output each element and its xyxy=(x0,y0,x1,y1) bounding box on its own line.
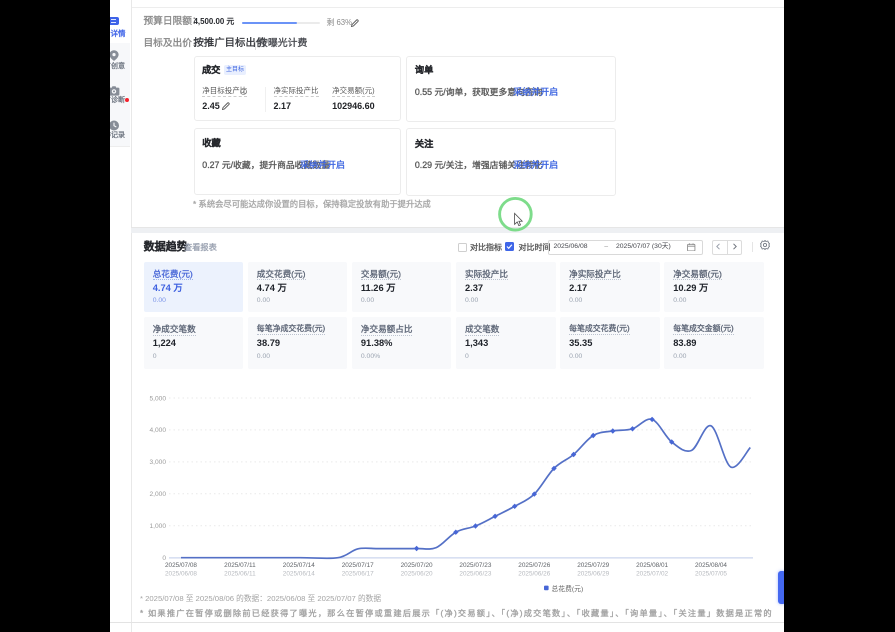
svg-text:2025/06/08: 2025/06/08 xyxy=(165,571,197,578)
svg-text:2025/07/08: 2025/07/08 xyxy=(165,562,197,569)
svg-text:2025/07/11: 2025/07/11 xyxy=(224,562,256,569)
svg-text:2025/06/11: 2025/06/11 xyxy=(224,571,256,578)
svg-text:2025/07/26: 2025/07/26 xyxy=(518,562,550,569)
svg-text:0: 0 xyxy=(162,555,166,562)
svg-text:2,000: 2,000 xyxy=(149,491,166,498)
svg-text:2025/06/20: 2025/06/20 xyxy=(401,571,433,578)
svg-text:2025/06/14: 2025/06/14 xyxy=(283,571,315,578)
svg-text:2025/06/29: 2025/06/29 xyxy=(577,571,609,578)
svg-text:2025/07/05: 2025/07/05 xyxy=(695,571,727,578)
svg-text:总花费(元): 总花费(元) xyxy=(552,584,584,593)
svg-text:2025/07/02: 2025/07/02 xyxy=(636,571,668,578)
svg-text:2025/08/01: 2025/08/01 xyxy=(636,562,668,569)
svg-text:2025/07/20: 2025/07/20 xyxy=(401,562,433,569)
svg-text:1,000: 1,000 xyxy=(149,523,166,530)
svg-text:4,000: 4,000 xyxy=(149,427,166,434)
svg-text:2025/06/23: 2025/06/23 xyxy=(459,571,491,578)
svg-text:2025/07/23: 2025/07/23 xyxy=(459,562,491,569)
svg-text:2025/07/14: 2025/07/14 xyxy=(283,562,315,569)
svg-text:2025/08/04: 2025/08/04 xyxy=(695,562,727,569)
svg-text:5,000: 5,000 xyxy=(149,395,166,402)
svg-text:2025/06/26: 2025/06/26 xyxy=(518,571,550,578)
svg-text:3,000: 3,000 xyxy=(149,459,166,466)
svg-text:2025/07/29: 2025/07/29 xyxy=(577,562,609,569)
svg-text:2025/07/17: 2025/07/17 xyxy=(342,562,374,569)
svg-text:2025/06/17: 2025/06/17 xyxy=(342,571,374,578)
